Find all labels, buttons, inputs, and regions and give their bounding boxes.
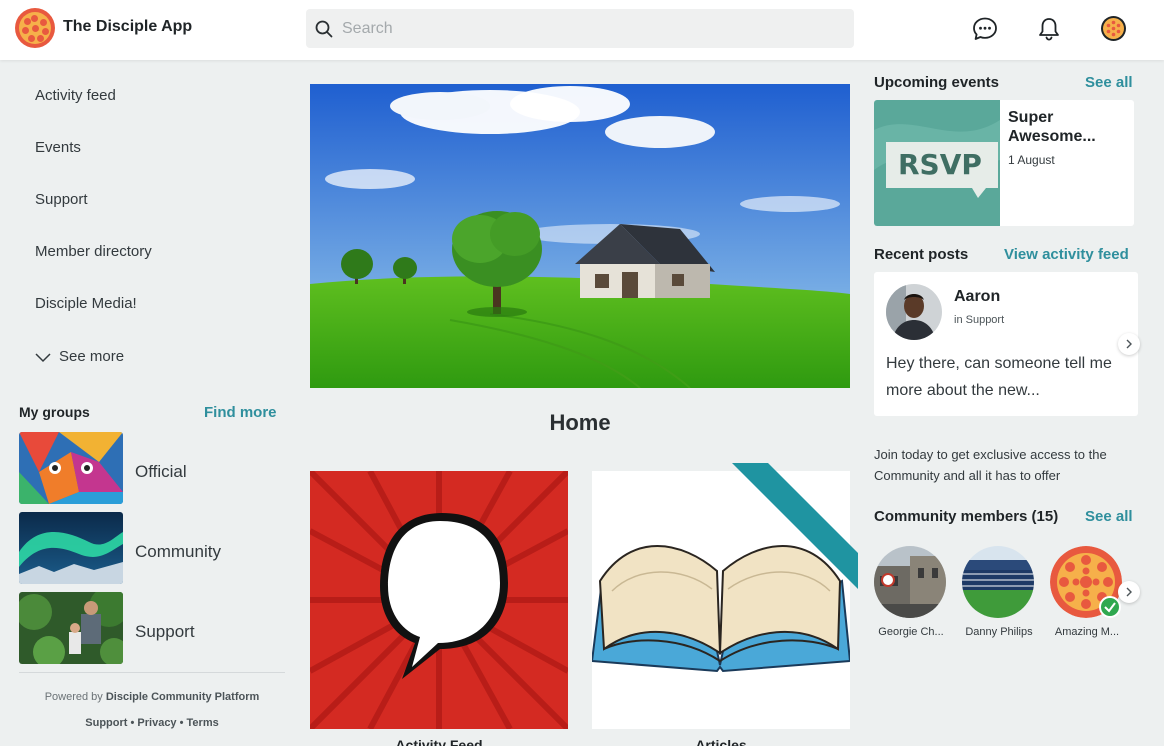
sidebar-item-activity-feed[interactable]: Activity feed xyxy=(35,87,116,104)
user-avatar[interactable] xyxy=(1101,16,1126,41)
bell-icon[interactable] xyxy=(1036,16,1062,42)
post-text: Hey there, can someone tell me more abou… xyxy=(886,355,1112,399)
event-title: Super Awesome... xyxy=(1008,109,1096,145)
logo-dot xyxy=(42,28,49,35)
page-title: Home xyxy=(549,410,611,435)
members-next-button[interactable] xyxy=(1118,581,1140,603)
chat-icon[interactable] xyxy=(972,16,998,42)
member-avatar xyxy=(962,546,1034,618)
card-activity-feed[interactable] xyxy=(310,471,568,729)
sidebar-item-events[interactable]: Events xyxy=(35,139,81,156)
verified-check-icon xyxy=(1099,596,1121,618)
event-image: RSVP xyxy=(874,100,1000,226)
search-input[interactable] xyxy=(342,9,842,48)
logo-dot xyxy=(24,18,31,25)
hero-image xyxy=(310,84,850,388)
logo-dot xyxy=(22,27,29,34)
powered-by: Powered by Disciple Community Platform xyxy=(19,691,285,703)
post-author[interactable]: Aaron xyxy=(954,288,1000,306)
join-text: Join today to get exclusive access to th… xyxy=(874,447,1107,483)
member-avatar xyxy=(874,546,946,618)
recent-posts-heading: Recent posts xyxy=(874,246,969,263)
group-thumbnail xyxy=(19,512,123,584)
post-card[interactable]: Aaron in Support Hey there, can someone … xyxy=(874,272,1138,416)
groups-heading: My groups xyxy=(19,404,90,420)
logo-inner xyxy=(19,12,51,44)
sidebar-item-disciple-media[interactable]: Disciple Media! xyxy=(35,295,137,312)
sidebar-item-member-directory[interactable]: Member directory xyxy=(35,243,152,260)
top-header: The Disciple App xyxy=(0,0,1164,60)
footer-links: Support • Privacy • Terms xyxy=(85,717,219,729)
logo-dot xyxy=(28,35,35,42)
footer-link-terms[interactable]: Terms xyxy=(187,717,219,729)
card-label: Activity Feed xyxy=(395,737,483,746)
app-logo[interactable] xyxy=(15,8,55,48)
search-icon xyxy=(315,20,333,38)
group-item-official[interactable]: Official xyxy=(19,432,285,504)
logo-dot xyxy=(31,15,38,22)
logo-dot xyxy=(40,19,47,26)
group-label: Support xyxy=(135,622,195,641)
app-title[interactable]: The Disciple App xyxy=(63,18,192,36)
member-name: Amazing M... xyxy=(1054,626,1120,638)
see-more-button[interactable]: See more xyxy=(35,348,124,365)
group-item-support[interactable]: Support xyxy=(19,592,285,664)
search-bar[interactable] xyxy=(306,9,854,48)
logo-dot xyxy=(32,25,39,32)
event-card[interactable]: RSVP Super Awesome... 1 August xyxy=(874,100,1134,226)
group-thumbnail xyxy=(19,432,123,504)
group-label: Official xyxy=(135,462,187,481)
member-name: Georgie Ch... xyxy=(878,626,944,638)
logo-dot xyxy=(37,35,44,42)
post-author-avatar xyxy=(886,284,942,340)
members-heading: Community members (15) xyxy=(874,508,1059,525)
footer-link-support[interactable]: Support xyxy=(85,717,127,729)
group-label: Community xyxy=(135,542,221,561)
card-label: Articles xyxy=(695,737,747,746)
speech-bubble-icon xyxy=(310,471,568,729)
view-activity-feed-link[interactable]: View activity feed xyxy=(1004,246,1129,263)
sidebar-divider xyxy=(19,672,285,673)
chevron-right-icon xyxy=(1126,339,1132,349)
members-see-all-link[interactable]: See all xyxy=(1085,508,1133,525)
event-image-text: RSVP xyxy=(898,148,982,181)
post-group: in Support xyxy=(954,314,1005,326)
events-heading: Upcoming events xyxy=(874,74,1000,91)
find-more-link[interactable]: Find more xyxy=(204,404,277,421)
group-thumbnail xyxy=(19,592,123,664)
see-more-label: See more xyxy=(59,348,125,365)
powered-name[interactable]: Disciple Community Platform xyxy=(106,691,259,703)
posts-next-button[interactable] xyxy=(1118,333,1140,355)
group-item-community[interactable]: Community xyxy=(19,512,285,584)
events-see-all-link[interactable]: See all xyxy=(1085,74,1133,91)
avatar-pattern-icon xyxy=(1106,20,1121,37)
member-name: Danny Philips xyxy=(965,626,1033,638)
powered-prefix: Powered by xyxy=(44,691,103,703)
chevron-down-icon xyxy=(35,353,51,363)
sidebar-item-support[interactable]: Support xyxy=(35,191,88,208)
chevron-right-icon xyxy=(1126,587,1132,597)
user-avatar-inner xyxy=(1103,18,1124,39)
footer-link-privacy[interactable]: Privacy xyxy=(137,717,176,729)
event-date: 1 August xyxy=(1008,153,1055,167)
